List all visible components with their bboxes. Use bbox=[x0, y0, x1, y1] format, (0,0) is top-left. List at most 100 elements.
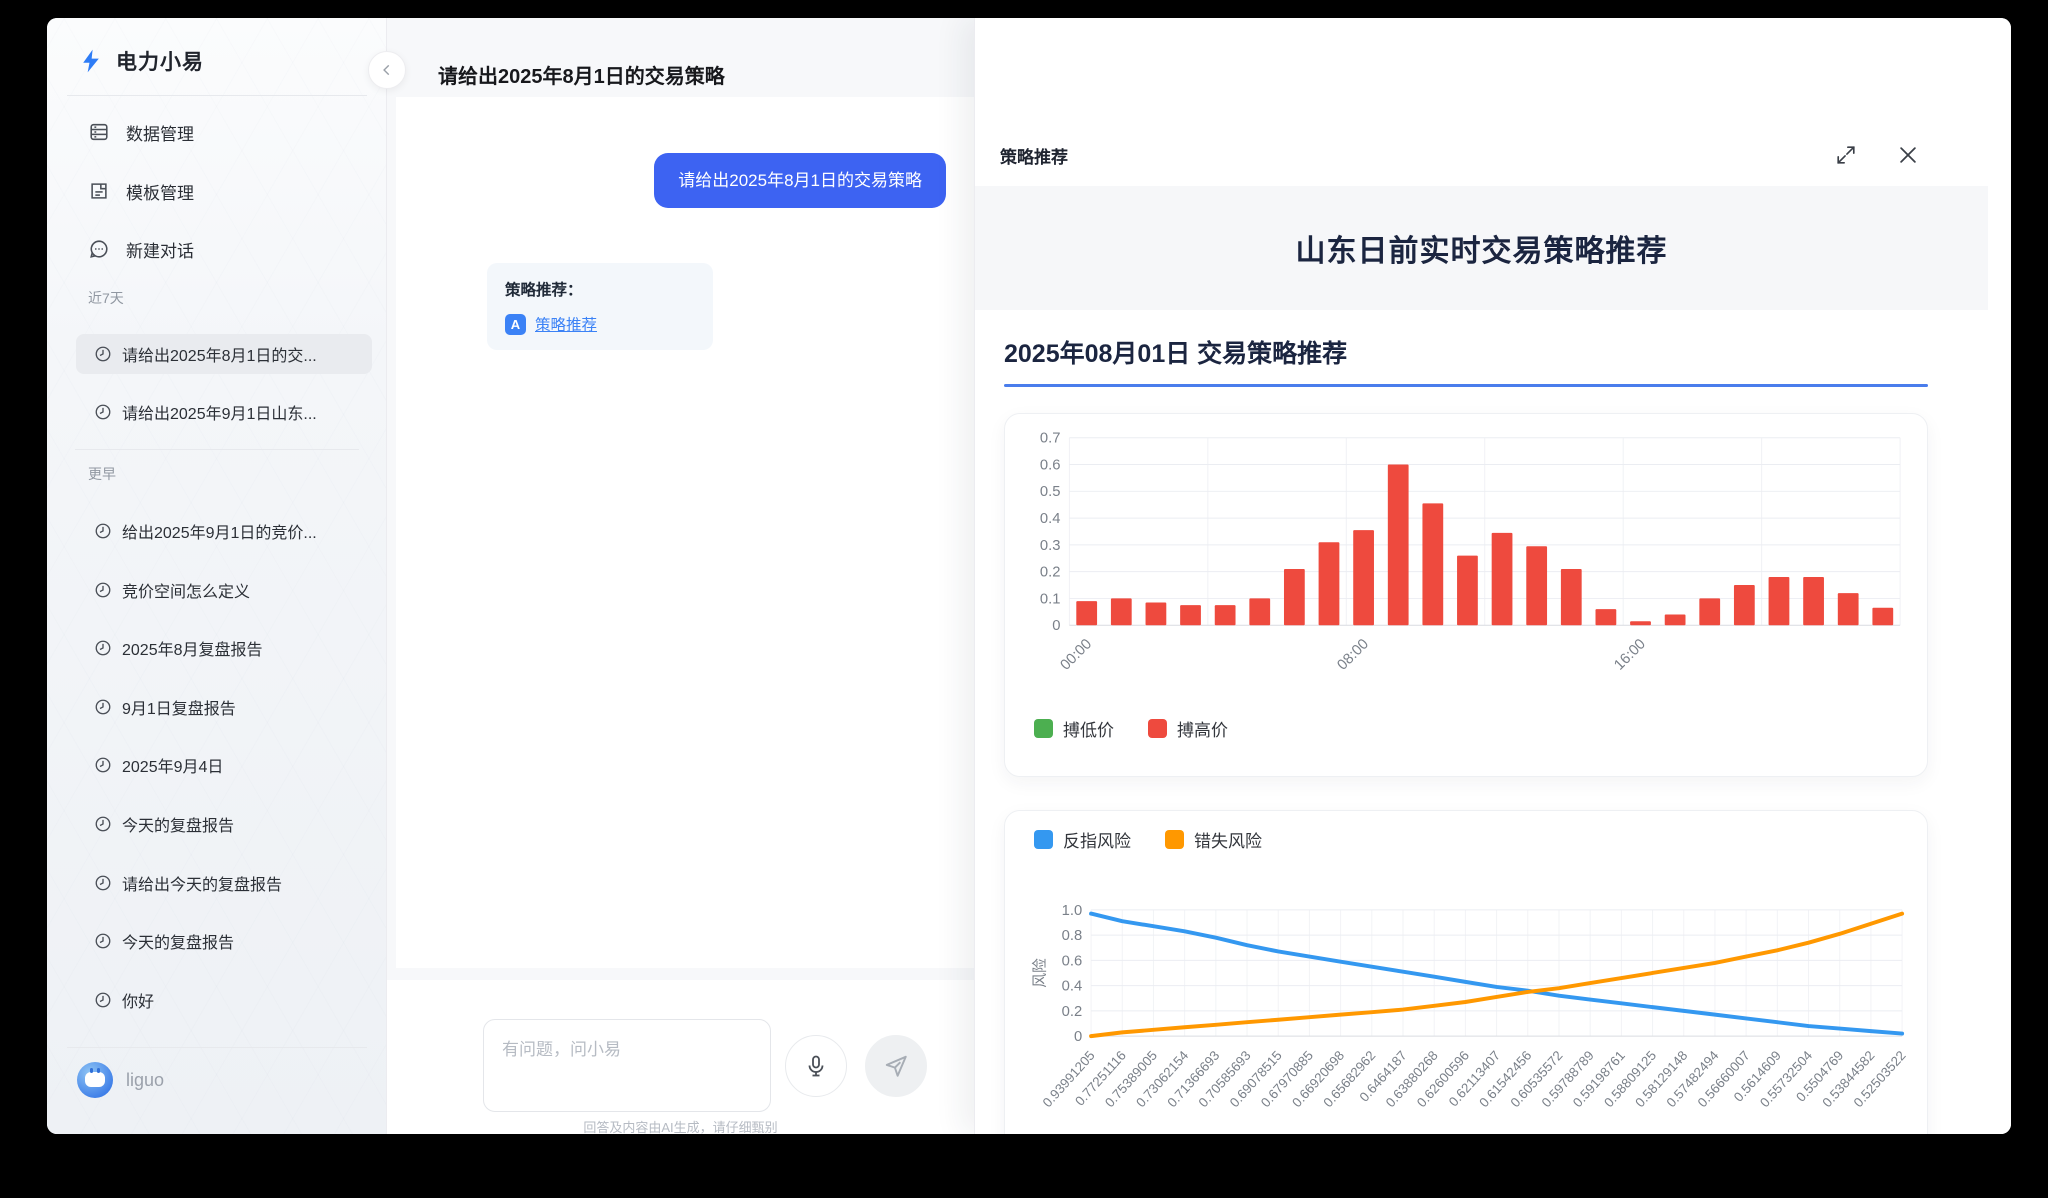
history-item-label: 2025年8月复盘报告 bbox=[122, 636, 263, 660]
assistant-message-bubble: 策略推荐： A 策略推荐 bbox=[487, 263, 713, 350]
sidebar-item-new-chat[interactable]: 新建对话 bbox=[69, 226, 369, 272]
legend-swatch-red bbox=[1148, 719, 1167, 738]
app-title: 电力小易 bbox=[116, 46, 204, 76]
hourly-strategy-bar-chart: 00.10.20.30.40.50.60.700:0008:0016:00 bbox=[1022, 420, 1910, 702]
legend-label: 搏高价 bbox=[1177, 716, 1228, 741]
line-chart-legend: 反指风险 错失风险 bbox=[1034, 827, 1910, 852]
legend-label: 搏低价 bbox=[1063, 716, 1114, 741]
svg-text:风险: 风险 bbox=[1032, 958, 1049, 988]
history-item-label: 今天的复盘报告 bbox=[122, 812, 234, 836]
hourly-strategy-chart-card: 00.10.20.30.40.50.60.700:0008:0016:00 搏低… bbox=[1004, 413, 1928, 777]
svg-text:1.0: 1.0 bbox=[1062, 903, 1083, 919]
expand-button[interactable] bbox=[1832, 141, 1860, 169]
section-underline bbox=[1004, 384, 1928, 387]
bar-chart-legend: 搏低价 搏高价 bbox=[1034, 716, 1910, 741]
history-item[interactable]: 请给出2025年9月1日山东... bbox=[76, 392, 372, 432]
question-input[interactable] bbox=[483, 1019, 771, 1112]
divider bbox=[75, 449, 359, 450]
risk-line-chart: 00.20.40.60.81.0风险0.939912050.772511160.… bbox=[1022, 898, 1910, 1134]
history-item[interactable]: 2025年9月4日 bbox=[76, 745, 372, 785]
svg-text:00:00: 00:00 bbox=[1058, 636, 1095, 673]
user-name: liguo bbox=[126, 1070, 164, 1091]
svg-text:0.2: 0.2 bbox=[1040, 565, 1061, 581]
legend-swatch-green bbox=[1034, 719, 1053, 738]
svg-text:0.8: 0.8 bbox=[1062, 928, 1083, 944]
history-item-label: 给出2025年9月1日的竞价... bbox=[122, 519, 317, 543]
send-icon bbox=[883, 1053, 909, 1079]
report-title: 山东日前实时交易策略推荐 bbox=[1296, 226, 1668, 270]
svg-text:0.6: 0.6 bbox=[1062, 953, 1083, 969]
history-item[interactable]: 请给出今天的复盘报告 bbox=[76, 863, 372, 903]
chat-bubble-icon bbox=[88, 238, 110, 260]
chevron-left-icon bbox=[380, 63, 394, 77]
svg-text:0: 0 bbox=[1074, 1029, 1082, 1045]
legend-swatch-orange bbox=[1165, 830, 1184, 849]
sidebar-item-data-management[interactable]: 数据管理 bbox=[69, 109, 369, 155]
svg-text:0: 0 bbox=[1052, 618, 1060, 634]
history-item-label: 你好 bbox=[122, 988, 154, 1012]
clock-icon bbox=[94, 874, 112, 892]
history-item[interactable]: 竞价空间怎么定义 bbox=[76, 570, 372, 610]
svg-text:0.6: 0.6 bbox=[1040, 457, 1061, 473]
clock-icon bbox=[94, 991, 112, 1009]
history-item-label: 请给出今天的复盘报告 bbox=[122, 871, 282, 895]
report-section-title: 2025年08月01日 交易策略推荐 bbox=[1004, 334, 1347, 370]
clock-icon bbox=[94, 403, 112, 421]
svg-text:16:00: 16:00 bbox=[1611, 636, 1648, 673]
legend-item-counter-risk: 反指风险 bbox=[1034, 827, 1131, 852]
clock-icon bbox=[94, 932, 112, 950]
clock-icon bbox=[94, 639, 112, 657]
app-logo: 电力小易 bbox=[78, 46, 204, 76]
avatar bbox=[77, 1062, 113, 1098]
app-window: 电力小易 数据管理 模板管理 新建对话 近7天 请给出2025年8月1日的交. bbox=[47, 18, 2011, 1134]
database-icon bbox=[88, 121, 110, 143]
history-item[interactable]: 今天的复盘报告 bbox=[76, 921, 372, 961]
legend-item-high-price: 搏高价 bbox=[1148, 716, 1228, 741]
svg-text:0.4: 0.4 bbox=[1040, 511, 1061, 527]
ai-disclaimer: 回答及内容由AI生成，请仔细甄别 bbox=[387, 1117, 974, 1134]
history-item[interactable]: 9月1日复盘报告 bbox=[76, 687, 372, 727]
close-button[interactable] bbox=[1894, 141, 1922, 169]
strategy-drawer: 策略推荐 山东日前实时交易策略推荐 2025年08月01日 交易策略推荐 00.… bbox=[974, 18, 2011, 1134]
clock-icon bbox=[94, 698, 112, 716]
svg-text:0.3: 0.3 bbox=[1040, 538, 1061, 554]
svg-text:0.7: 0.7 bbox=[1040, 431, 1061, 447]
mic-button[interactable] bbox=[785, 1035, 847, 1097]
sidebar-item-label: 模板管理 bbox=[126, 179, 194, 204]
strategy-link[interactable]: 策略推荐 bbox=[535, 313, 597, 335]
attachment-badge-icon: A bbox=[505, 314, 526, 335]
legend-label: 反指风险 bbox=[1063, 827, 1131, 852]
section-label-recent7days: 近7天 bbox=[88, 288, 124, 308]
history-item[interactable]: 2025年8月复盘报告 bbox=[76, 628, 372, 668]
sidebar-item-label: 新建对话 bbox=[126, 237, 194, 262]
svg-text:0.4: 0.4 bbox=[1062, 979, 1083, 995]
clock-icon bbox=[94, 522, 112, 540]
history-item-label: 请给出2025年8月1日的交... bbox=[122, 342, 317, 366]
send-button[interactable] bbox=[865, 1035, 927, 1097]
user-message-bubble: 请给出2025年8月1日的交易策略 bbox=[654, 153, 946, 208]
close-icon bbox=[1897, 144, 1919, 166]
clock-icon bbox=[94, 581, 112, 599]
history-item[interactable]: 请给出2025年8月1日的交... bbox=[76, 334, 372, 374]
legend-item-missed-risk: 错失风险 bbox=[1165, 827, 1262, 852]
legend-label: 错失风险 bbox=[1194, 827, 1262, 852]
history-item-label: 请给出2025年9月1日山东... bbox=[122, 400, 317, 424]
sidebar-collapse-button[interactable] bbox=[368, 51, 406, 89]
divider bbox=[67, 1047, 367, 1048]
history-item[interactable]: 你好 bbox=[76, 980, 372, 1020]
svg-text:08:00: 08:00 bbox=[1335, 636, 1372, 673]
fullscreen-icon bbox=[1835, 144, 1857, 166]
legend-swatch-blue bbox=[1034, 830, 1053, 849]
history-item-label: 竞价空间怎么定义 bbox=[122, 578, 250, 602]
chat-column: 请给出2025年8月1日的交易策略 请给出2025年8月1日的交易策略 策略推荐… bbox=[387, 18, 974, 1134]
sidebar-item-template-management[interactable]: 模板管理 bbox=[69, 168, 369, 214]
conversation-title: 请给出2025年8月1日的交易策略 bbox=[438, 60, 725, 89]
sidebar: 电力小易 数据管理 模板管理 新建对话 近7天 请给出2025年8月1日的交. bbox=[47, 18, 387, 1134]
clock-icon bbox=[94, 756, 112, 774]
history-item[interactable]: 今天的复盘报告 bbox=[76, 804, 372, 844]
history-item-label: 2025年9月4日 bbox=[122, 753, 223, 777]
history-item[interactable]: 给出2025年9月1日的竞价... bbox=[76, 511, 372, 551]
user-account[interactable]: liguo bbox=[77, 1062, 164, 1098]
template-file-icon bbox=[88, 180, 110, 202]
clock-icon bbox=[94, 345, 112, 363]
